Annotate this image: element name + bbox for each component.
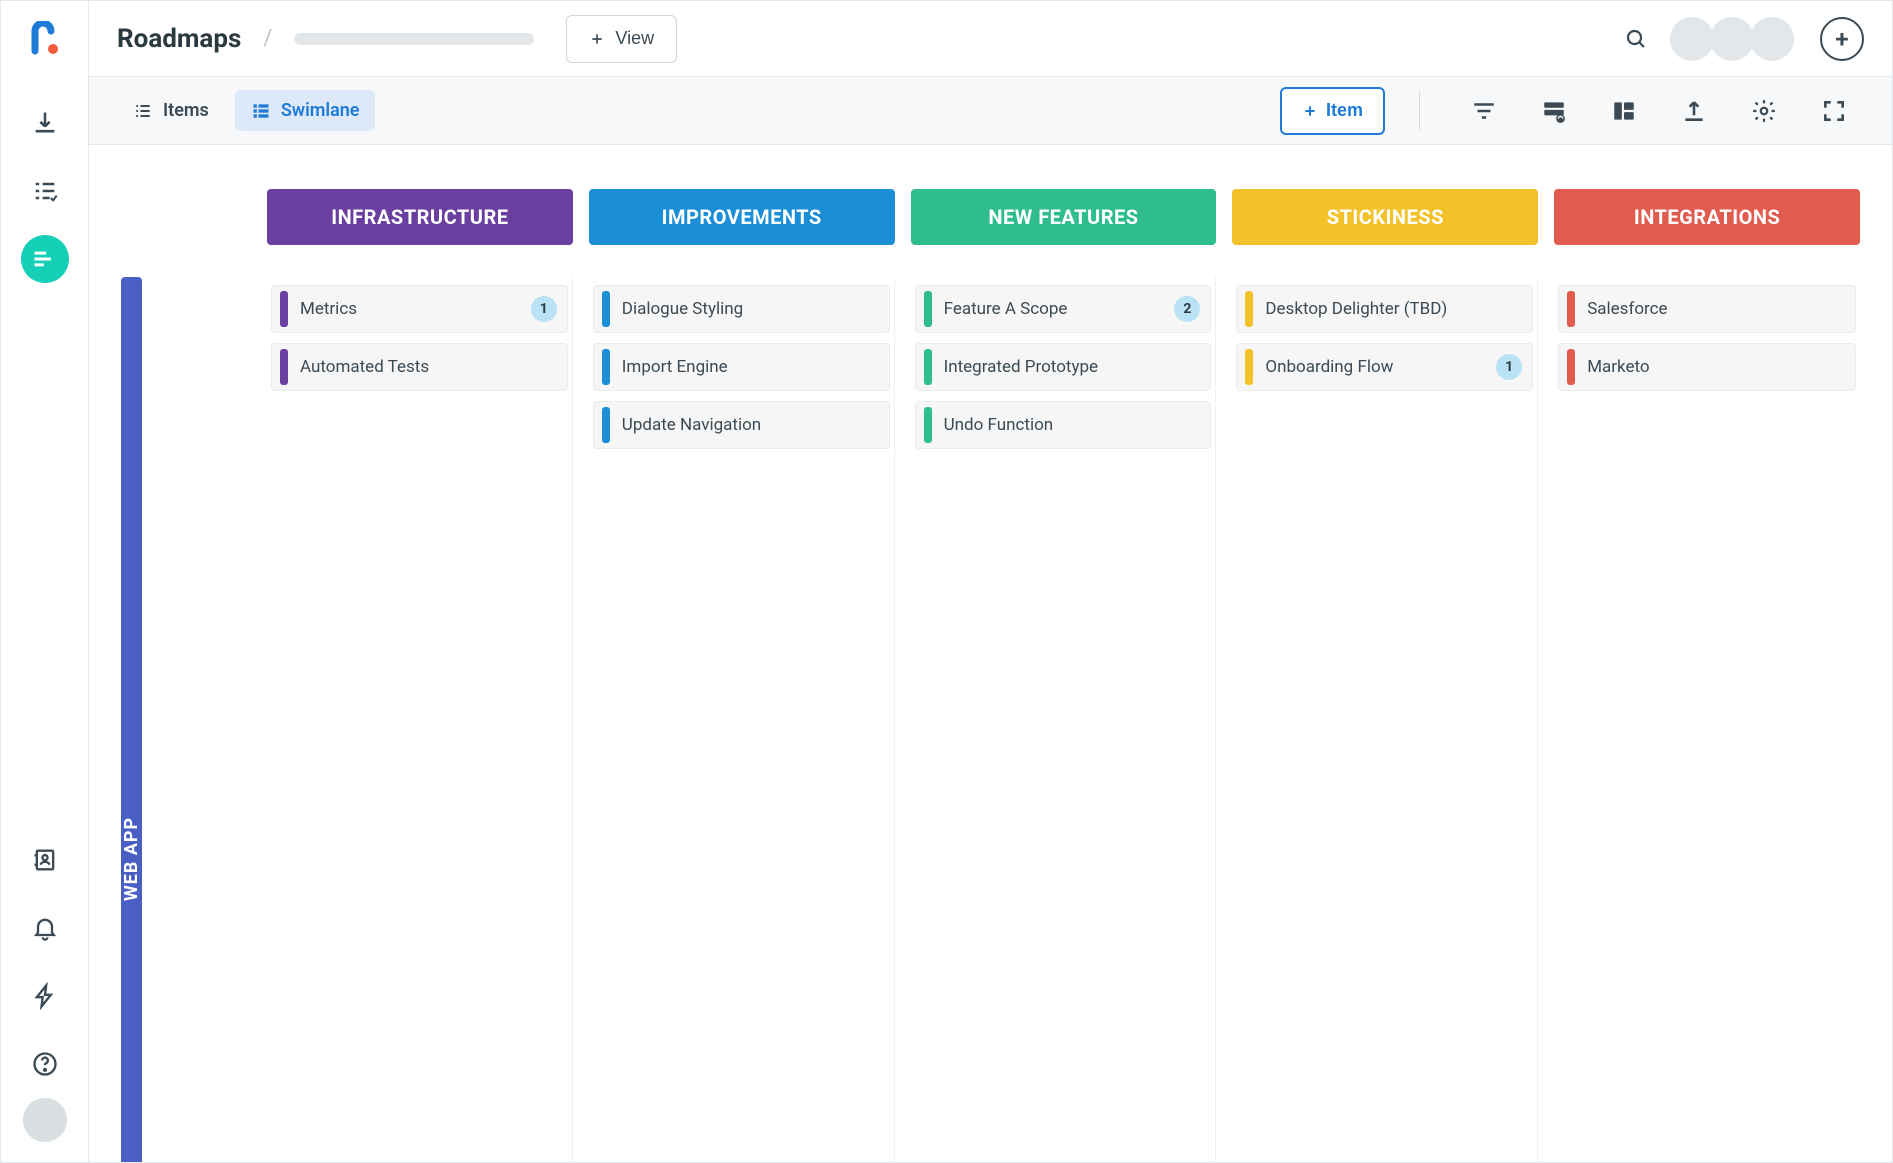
cell-web_app-improvements: Dialogue Styling Import Engine Update Navi… — [589, 277, 895, 1162]
card-color-bar — [1567, 291, 1575, 327]
rail-bolt-icon[interactable] — [21, 972, 69, 1020]
rail-list-icon[interactable] — [21, 167, 69, 215]
cell-web_app-new_features: Feature A Scope2 Integrated Prototype Undo… — [911, 277, 1217, 1162]
card-label: Desktop Delighter (TBD) — [1265, 299, 1522, 319]
card-label: Dialogue Styling — [622, 299, 879, 319]
card-color-bar — [924, 291, 932, 327]
card-label: Undo Function — [944, 415, 1201, 435]
card-label: Update Navigation — [622, 415, 879, 435]
board-grid: INFRASTRUCTURE IMPROVEMENTS NEW FEATURES ST… — [121, 189, 1860, 1162]
card-color-bar — [1245, 349, 1253, 385]
view-button[interactable]: View — [566, 15, 677, 63]
swimlane-icon — [251, 101, 271, 121]
avatar[interactable] — [1710, 17, 1754, 61]
column-header-new_features[interactable]: NEW FEATURES — [911, 189, 1217, 245]
avatar[interactable] — [1750, 17, 1794, 61]
link-columns-icon[interactable] — [1532, 89, 1576, 133]
card-badge: 1 — [531, 296, 557, 322]
tab-swimlane-label: Swimlane — [281, 100, 360, 121]
card-label: Metrics — [300, 299, 531, 319]
card[interactable]: Feature A Scope2 — [915, 285, 1212, 333]
card-color-bar — [280, 349, 288, 385]
layout-icon[interactable] — [1602, 89, 1646, 133]
card-color-bar — [1245, 291, 1253, 327]
card-color-bar — [280, 291, 288, 327]
breadcrumb-placeholder — [294, 33, 534, 45]
avatar[interactable] — [1670, 17, 1714, 61]
column-header-infrastructure[interactable]: INFRASTRUCTURE — [267, 189, 573, 245]
add-item-button[interactable]: Item — [1280, 87, 1385, 135]
cell-web_app-integrations: Salesforce Marketo — [1554, 277, 1860, 1162]
fullscreen-icon[interactable] — [1812, 89, 1856, 133]
app-logo[interactable] — [27, 21, 63, 61]
filter-icon[interactable] — [1462, 89, 1506, 133]
card[interactable]: Undo Function — [915, 401, 1212, 449]
view-toolbar: Items Swimlane Item — [89, 77, 1892, 145]
card[interactable]: Update Navigation — [593, 401, 890, 449]
card-label: Integrated Prototype — [944, 357, 1201, 377]
rail-roadmap-icon[interactable] — [21, 235, 69, 283]
card-label: Import Engine — [622, 357, 879, 377]
rail-download-icon[interactable] — [21, 99, 69, 147]
card-badge: 2 — [1174, 296, 1200, 322]
tab-items-label: Items — [163, 100, 209, 121]
breadcrumb-separator: / — [257, 26, 278, 51]
toolbar-divider — [1419, 91, 1420, 131]
card[interactable]: Dialogue Styling — [593, 285, 890, 333]
card-badge: 1 — [1496, 354, 1522, 380]
search-icon[interactable] — [1614, 17, 1658, 61]
card[interactable]: Import Engine — [593, 343, 890, 391]
plus-icon — [589, 31, 605, 47]
plus-icon — [1302, 103, 1318, 119]
row-label-web_app[interactable]: WEB APP — [121, 277, 142, 1162]
rail-bell-icon[interactable] — [21, 904, 69, 952]
rail-contact-icon[interactable] — [21, 836, 69, 884]
card[interactable]: Integrated Prototype — [915, 343, 1212, 391]
settings-icon[interactable] — [1742, 89, 1786, 133]
card[interactable]: Onboarding Flow1 — [1236, 343, 1533, 391]
column-header-stickiness[interactable]: STICKINESS — [1232, 189, 1538, 245]
rail-help-icon[interactable] — [21, 1040, 69, 1088]
card[interactable]: Automated Tests — [271, 343, 568, 391]
app-root: Roadmaps / View + Items — [0, 0, 1893, 1163]
card-color-bar — [1567, 349, 1575, 385]
cell-web_app-infrastructure: Metrics1 Automated Tests — [267, 277, 573, 1162]
tab-items[interactable]: Items — [117, 90, 225, 131]
rail-user-avatar[interactable] — [23, 1098, 67, 1142]
card-color-bar — [602, 349, 610, 385]
card-label: Onboarding Flow — [1265, 357, 1496, 377]
page-header: Roadmaps / View + — [89, 1, 1892, 77]
column-header-integrations[interactable]: INTEGRATIONS — [1554, 189, 1860, 245]
card-label: Feature A Scope — [944, 299, 1175, 319]
main-panel: Roadmaps / View + Items — [89, 1, 1892, 1162]
header-avatars[interactable] — [1674, 17, 1794, 61]
card-label: Marketo — [1587, 357, 1845, 377]
card[interactable]: Salesforce — [1558, 285, 1856, 333]
card-color-bar — [924, 407, 932, 443]
card-color-bar — [924, 349, 932, 385]
card-label: Automated Tests — [300, 357, 557, 377]
card[interactable]: Desktop Delighter (TBD) — [1236, 285, 1533, 333]
card-color-bar — [602, 407, 610, 443]
column-header-improvements[interactable]: IMPROVEMENTS — [589, 189, 895, 245]
card-label: Salesforce — [1587, 299, 1845, 319]
view-button-label: View — [615, 28, 654, 49]
cell-web_app-stickiness: Desktop Delighter (TBD) Onboarding Flow1 — [1232, 277, 1538, 1162]
card-color-bar — [602, 291, 610, 327]
left-rail — [1, 1, 89, 1162]
swimlane-board: INFRASTRUCTURE IMPROVEMENTS NEW FEATURES ST… — [89, 145, 1892, 1162]
page-title: Roadmaps — [117, 24, 241, 54]
export-icon[interactable] — [1672, 89, 1716, 133]
list-icon — [133, 101, 153, 121]
card[interactable]: Marketo — [1558, 343, 1856, 391]
add-collaborator-button[interactable]: + — [1820, 17, 1864, 61]
tab-swimlane[interactable]: Swimlane — [235, 90, 376, 131]
card[interactable]: Metrics1 — [271, 285, 568, 333]
add-item-label: Item — [1326, 100, 1363, 121]
